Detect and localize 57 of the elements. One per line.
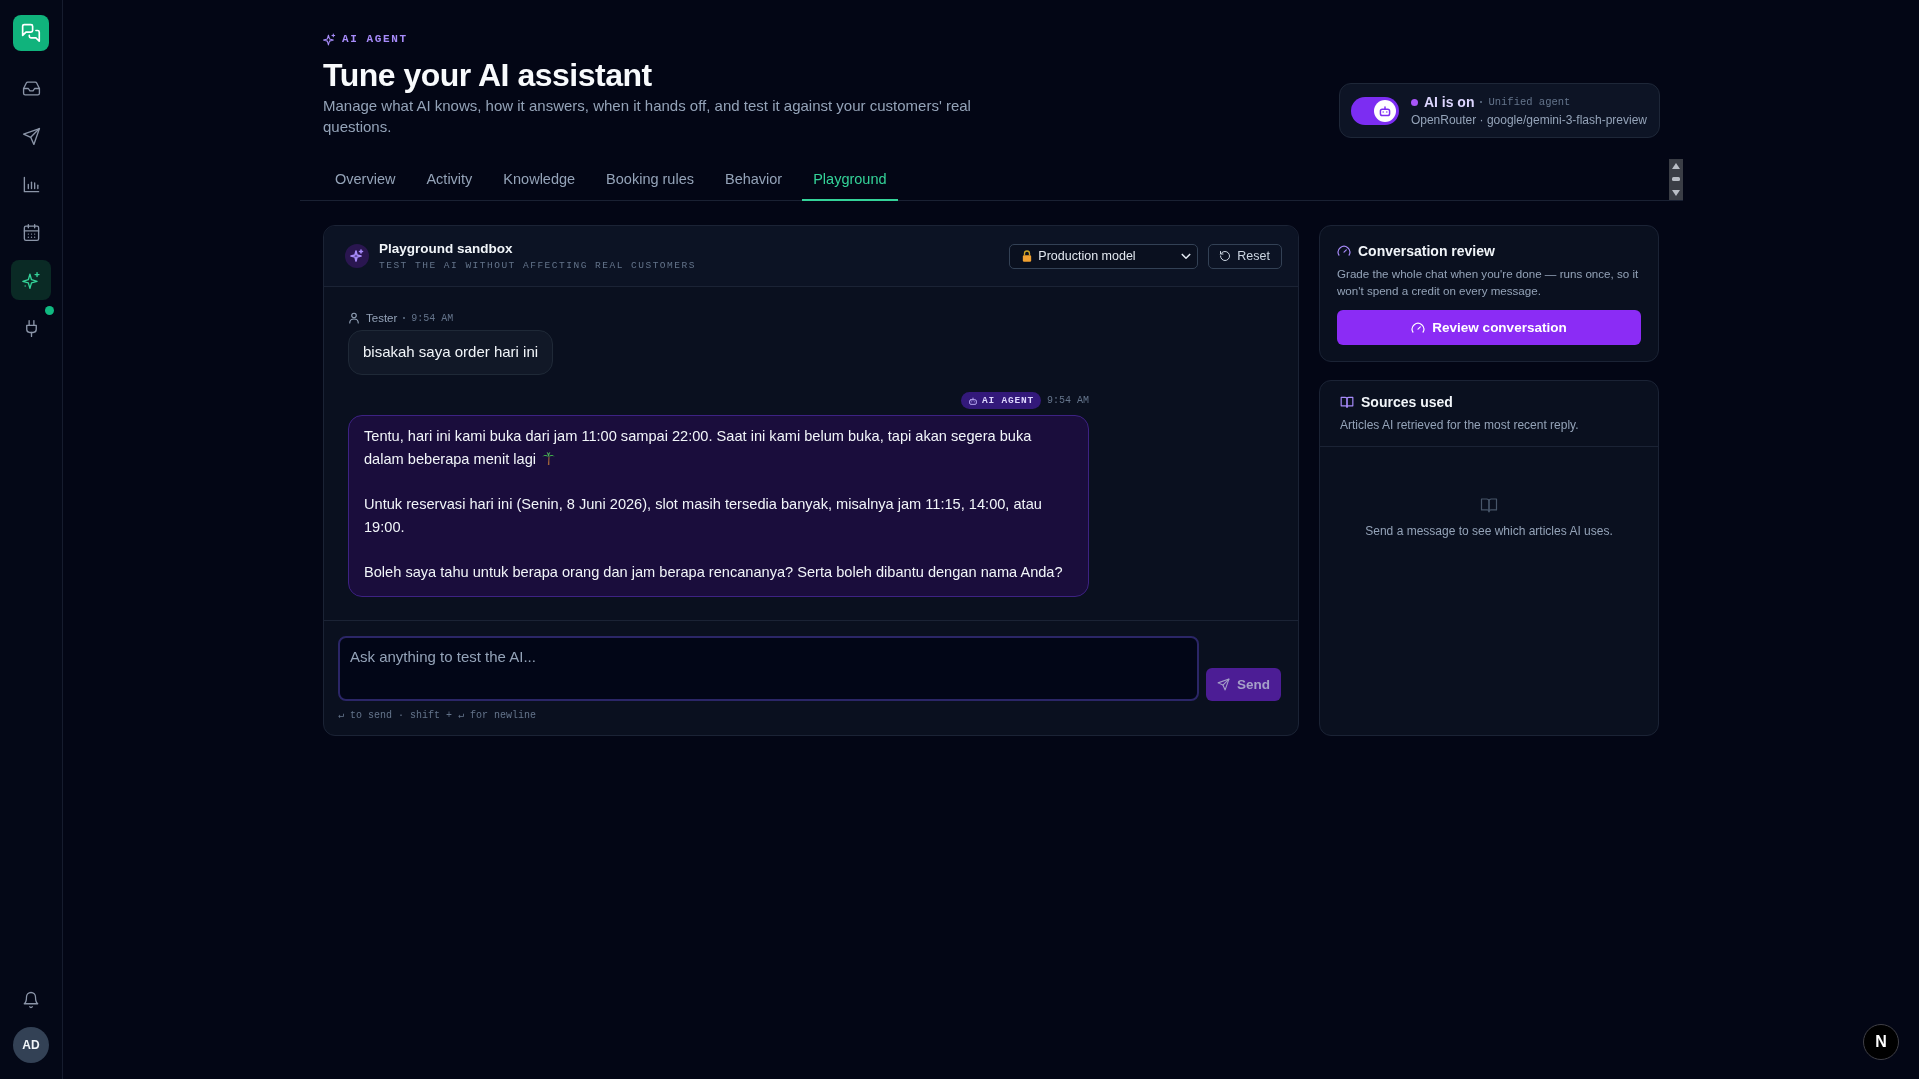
calendar-icon	[21, 222, 41, 242]
user-icon	[348, 312, 360, 324]
card-description: Articles AI retrieved for the most recent reply.	[1340, 417, 1580, 434]
card-description: Grade the whole chat when you're done — runs once, so it won't spend a credit on every message.	[1337, 266, 1640, 299]
dev-indicator-button[interactable]: N	[1863, 1024, 1899, 1060]
card-title: Sources used	[1361, 394, 1453, 410]
message-paragraph: Untuk reservasi hari ini (Senin, 8 Juni 2026), slot masih tersedia banyak, misalnya jam 11:15, 14:00, atau 19:00.	[364, 496, 1042, 535]
page-description: Manage what AI knows, how it answers, when it hands off, and test it against your customers' real questions.	[323, 96, 972, 137]
message-input[interactable]: Ask anything to test the AI...	[338, 635, 1199, 701]
model-select[interactable]: Production model	[1009, 243, 1199, 269]
bar-chart-icon	[21, 174, 41, 194]
review-conversation-button[interactable]: Review conversation	[1337, 310, 1641, 345]
tab[interactable]: Overview	[324, 159, 407, 201]
message-time: 9:54 AM	[411, 312, 454, 324]
model-details: OpenRouter · google/gemini-3-flash-preview	[1410, 113, 1647, 127]
gauge-icon	[1411, 320, 1426, 335]
panel-title: Playground sandbox	[379, 241, 514, 256]
book-icon	[1480, 496, 1498, 514]
user-message: bisakah saya order hari ini	[348, 330, 554, 375]
bell-icon[interactable]	[22, 991, 40, 1009]
tab[interactable]: Activity	[415, 159, 484, 201]
robot-icon	[1373, 99, 1396, 122]
sparkle-icon	[21, 270, 41, 290]
sparkle-icon	[345, 244, 369, 268]
send-icon	[1217, 677, 1230, 691]
empty-state-text: Send a message to see which articles AI uses.	[1365, 524, 1613, 538]
caret-icon	[1181, 252, 1192, 260]
nav-button[interactable]	[11, 260, 51, 300]
send-icon	[21, 126, 41, 146]
agent-label: AI AGENT	[981, 395, 1034, 406]
ai-toggle[interactable]	[1350, 96, 1399, 125]
ai-status-label: AI is on	[1423, 94, 1475, 110]
tab[interactable]: Playground	[802, 159, 898, 201]
section-label: AI AGENT	[342, 33, 408, 45]
panel-subtitle: TEST THE AI WITHOUT AFFECTING REAL CUSTOMERS	[379, 260, 697, 271]
scrollbar[interactable]	[1669, 159, 1683, 200]
user-avatar[interactable]: AD	[13, 1027, 49, 1063]
keyboard-hint: ↵ to send · shift + ↵ for newline	[338, 708, 538, 721]
tab[interactable]: Behavior	[713, 159, 794, 201]
tab[interactable]: Knowledge	[492, 159, 587, 201]
page-title: Tune your AI assistant	[323, 56, 653, 94]
tab[interactable]: Booking rules	[595, 159, 705, 201]
book-icon	[1340, 395, 1354, 409]
sparkle-icon	[323, 32, 336, 46]
author-name: Tester	[366, 312, 398, 324]
message-time: 9:54 AM	[1047, 395, 1089, 406]
agent-mode: Unified agent	[1488, 96, 1571, 108]
chat-bubbles-logo-icon[interactable]	[13, 15, 49, 51]
message-paragraph: Boleh saya tahu untuk berapa orang dan jam berapa rencananya? Serta boleh dibantu dengan nama Anda?	[364, 564, 1063, 580]
reset-button[interactable]: Reset	[1208, 243, 1282, 269]
message-paragraph: Tentu, hari ini kami buka dari jam 11:00 sampai 22:00. Saat ini kami belum buka, tapi akan segera buka dalam beberapa menit lagi	[364, 428, 1032, 467]
inbox-icon	[21, 78, 41, 98]
robot-icon	[967, 395, 978, 406]
gauge-icon	[1337, 244, 1351, 258]
card-title: Conversation review	[1358, 243, 1495, 259]
reset-icon	[1219, 250, 1232, 262]
lock-icon	[1022, 250, 1033, 262]
